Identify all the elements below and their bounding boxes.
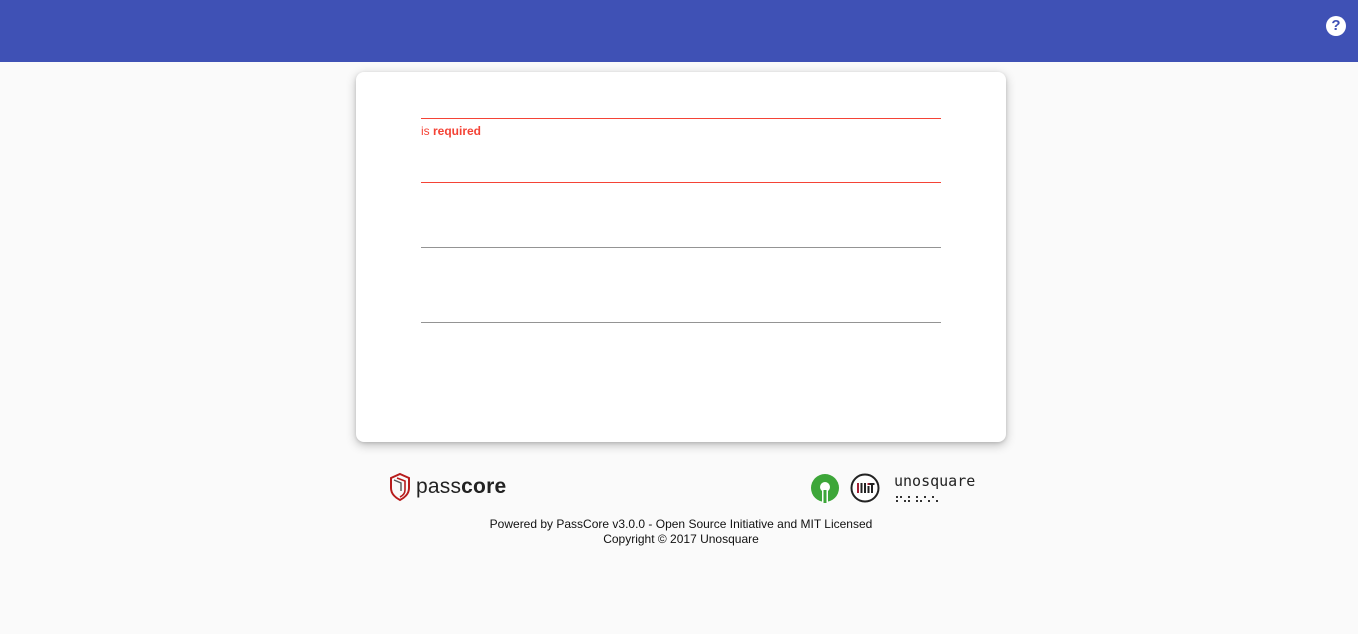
footer-text: Powered by PassCore v3.0.0 - Open Source… (356, 517, 1006, 547)
app-bar: ? (0, 0, 1358, 62)
current-password-field[interactable] (421, 154, 945, 184)
unosquare-dots-icon (896, 496, 938, 502)
username-input[interactable] (421, 90, 945, 120)
change-password-card: is required (356, 72, 1006, 442)
unosquare-brand: unosquare (894, 472, 976, 490)
username-field[interactable] (421, 90, 945, 120)
new-password-field[interactable] (421, 219, 945, 249)
passcore-brand-bold: core (461, 475, 507, 498)
username-error-text: is required (421, 124, 481, 138)
passcore-brand-light: pass (416, 475, 462, 498)
confirm-password-input[interactable] (421, 294, 945, 324)
helper-prefix: is (421, 124, 433, 138)
footer-powered-by: Powered by PassCore v3.0.0 - Open Source… (489, 517, 873, 531)
open-source-initiative-icon (811, 474, 839, 503)
footer-logos: passcore unosquare (356, 470, 1006, 506)
help-icon[interactable]: ? (1326, 16, 1346, 36)
new-password-input[interactable] (421, 219, 945, 249)
mit-license-icon (850, 473, 880, 503)
helper-strong: required (433, 124, 482, 138)
confirm-password-field[interactable] (421, 294, 945, 324)
current-password-input[interactable] (421, 154, 945, 184)
unosquare-logo: unosquare (894, 472, 975, 508)
passcore-logo: passcore (388, 472, 506, 502)
footer-copyright: Copyright © 2017 Unosquare (603, 532, 759, 546)
passcore-shield-icon (390, 472, 410, 502)
